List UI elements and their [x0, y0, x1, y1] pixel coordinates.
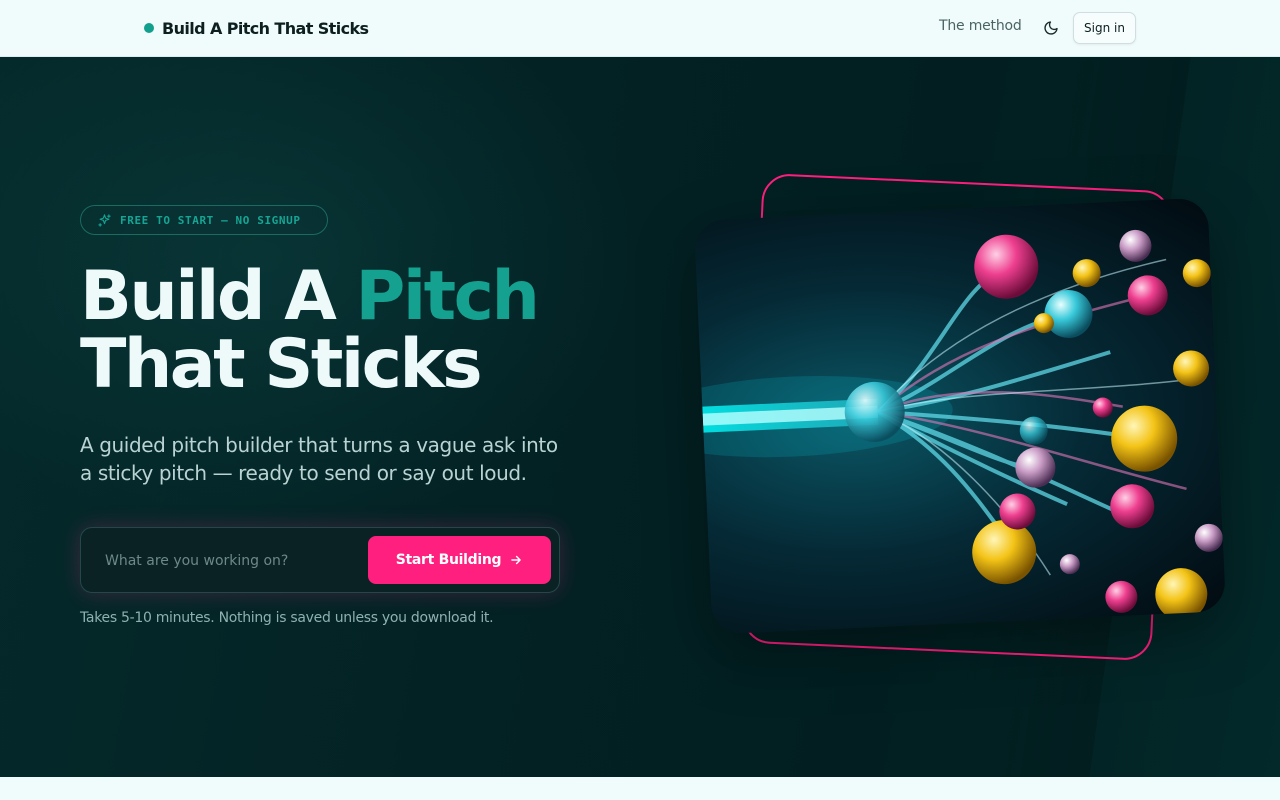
hero-subhead: A guided pitch builder that turns a vagu…	[80, 433, 558, 485]
next-section-edge	[0, 777, 1280, 800]
brand-dot-icon	[144, 23, 154, 33]
molecular-network-illustration	[693, 229, 1223, 621]
hero-illustration	[693, 197, 1227, 635]
brand-logo[interactable]: Build A Pitch That Sticks	[144, 17, 369, 39]
start-building-button[interactable]: Start Building	[368, 536, 551, 584]
project-input[interactable]	[105, 550, 355, 572]
start-building-label: Start Building	[395, 552, 502, 568]
hero-headline: Build A Pitch That Sticks	[80, 263, 540, 399]
sign-in-button[interactable]: Sign in	[1073, 12, 1136, 44]
headline-part-2: That Sticks	[80, 325, 483, 404]
top-navigation-bar: Build A Pitch That Sticks The method Sig…	[0, 0, 1280, 57]
hero-footnote: Takes 5-10 minutes. Nothing is saved unl…	[80, 610, 494, 626]
project-input-box: Start Building	[80, 527, 560, 593]
theme-toggle-button[interactable]	[1040, 17, 1062, 39]
sparkles-icon	[98, 213, 111, 227]
arrow-right-icon	[511, 555, 522, 565]
free-badge: FREE TO START — NO SIGNUP	[80, 205, 328, 235]
hero-section: FREE TO START — NO SIGNUP Build A Pitch …	[0, 57, 1280, 777]
nav-link-method[interactable]: The method	[939, 18, 1022, 34]
brand-name: Build A Pitch That Sticks	[162, 18, 369, 38]
moon-icon	[1044, 21, 1058, 35]
badge-label: FREE TO START — NO SIGNUP	[120, 213, 301, 227]
